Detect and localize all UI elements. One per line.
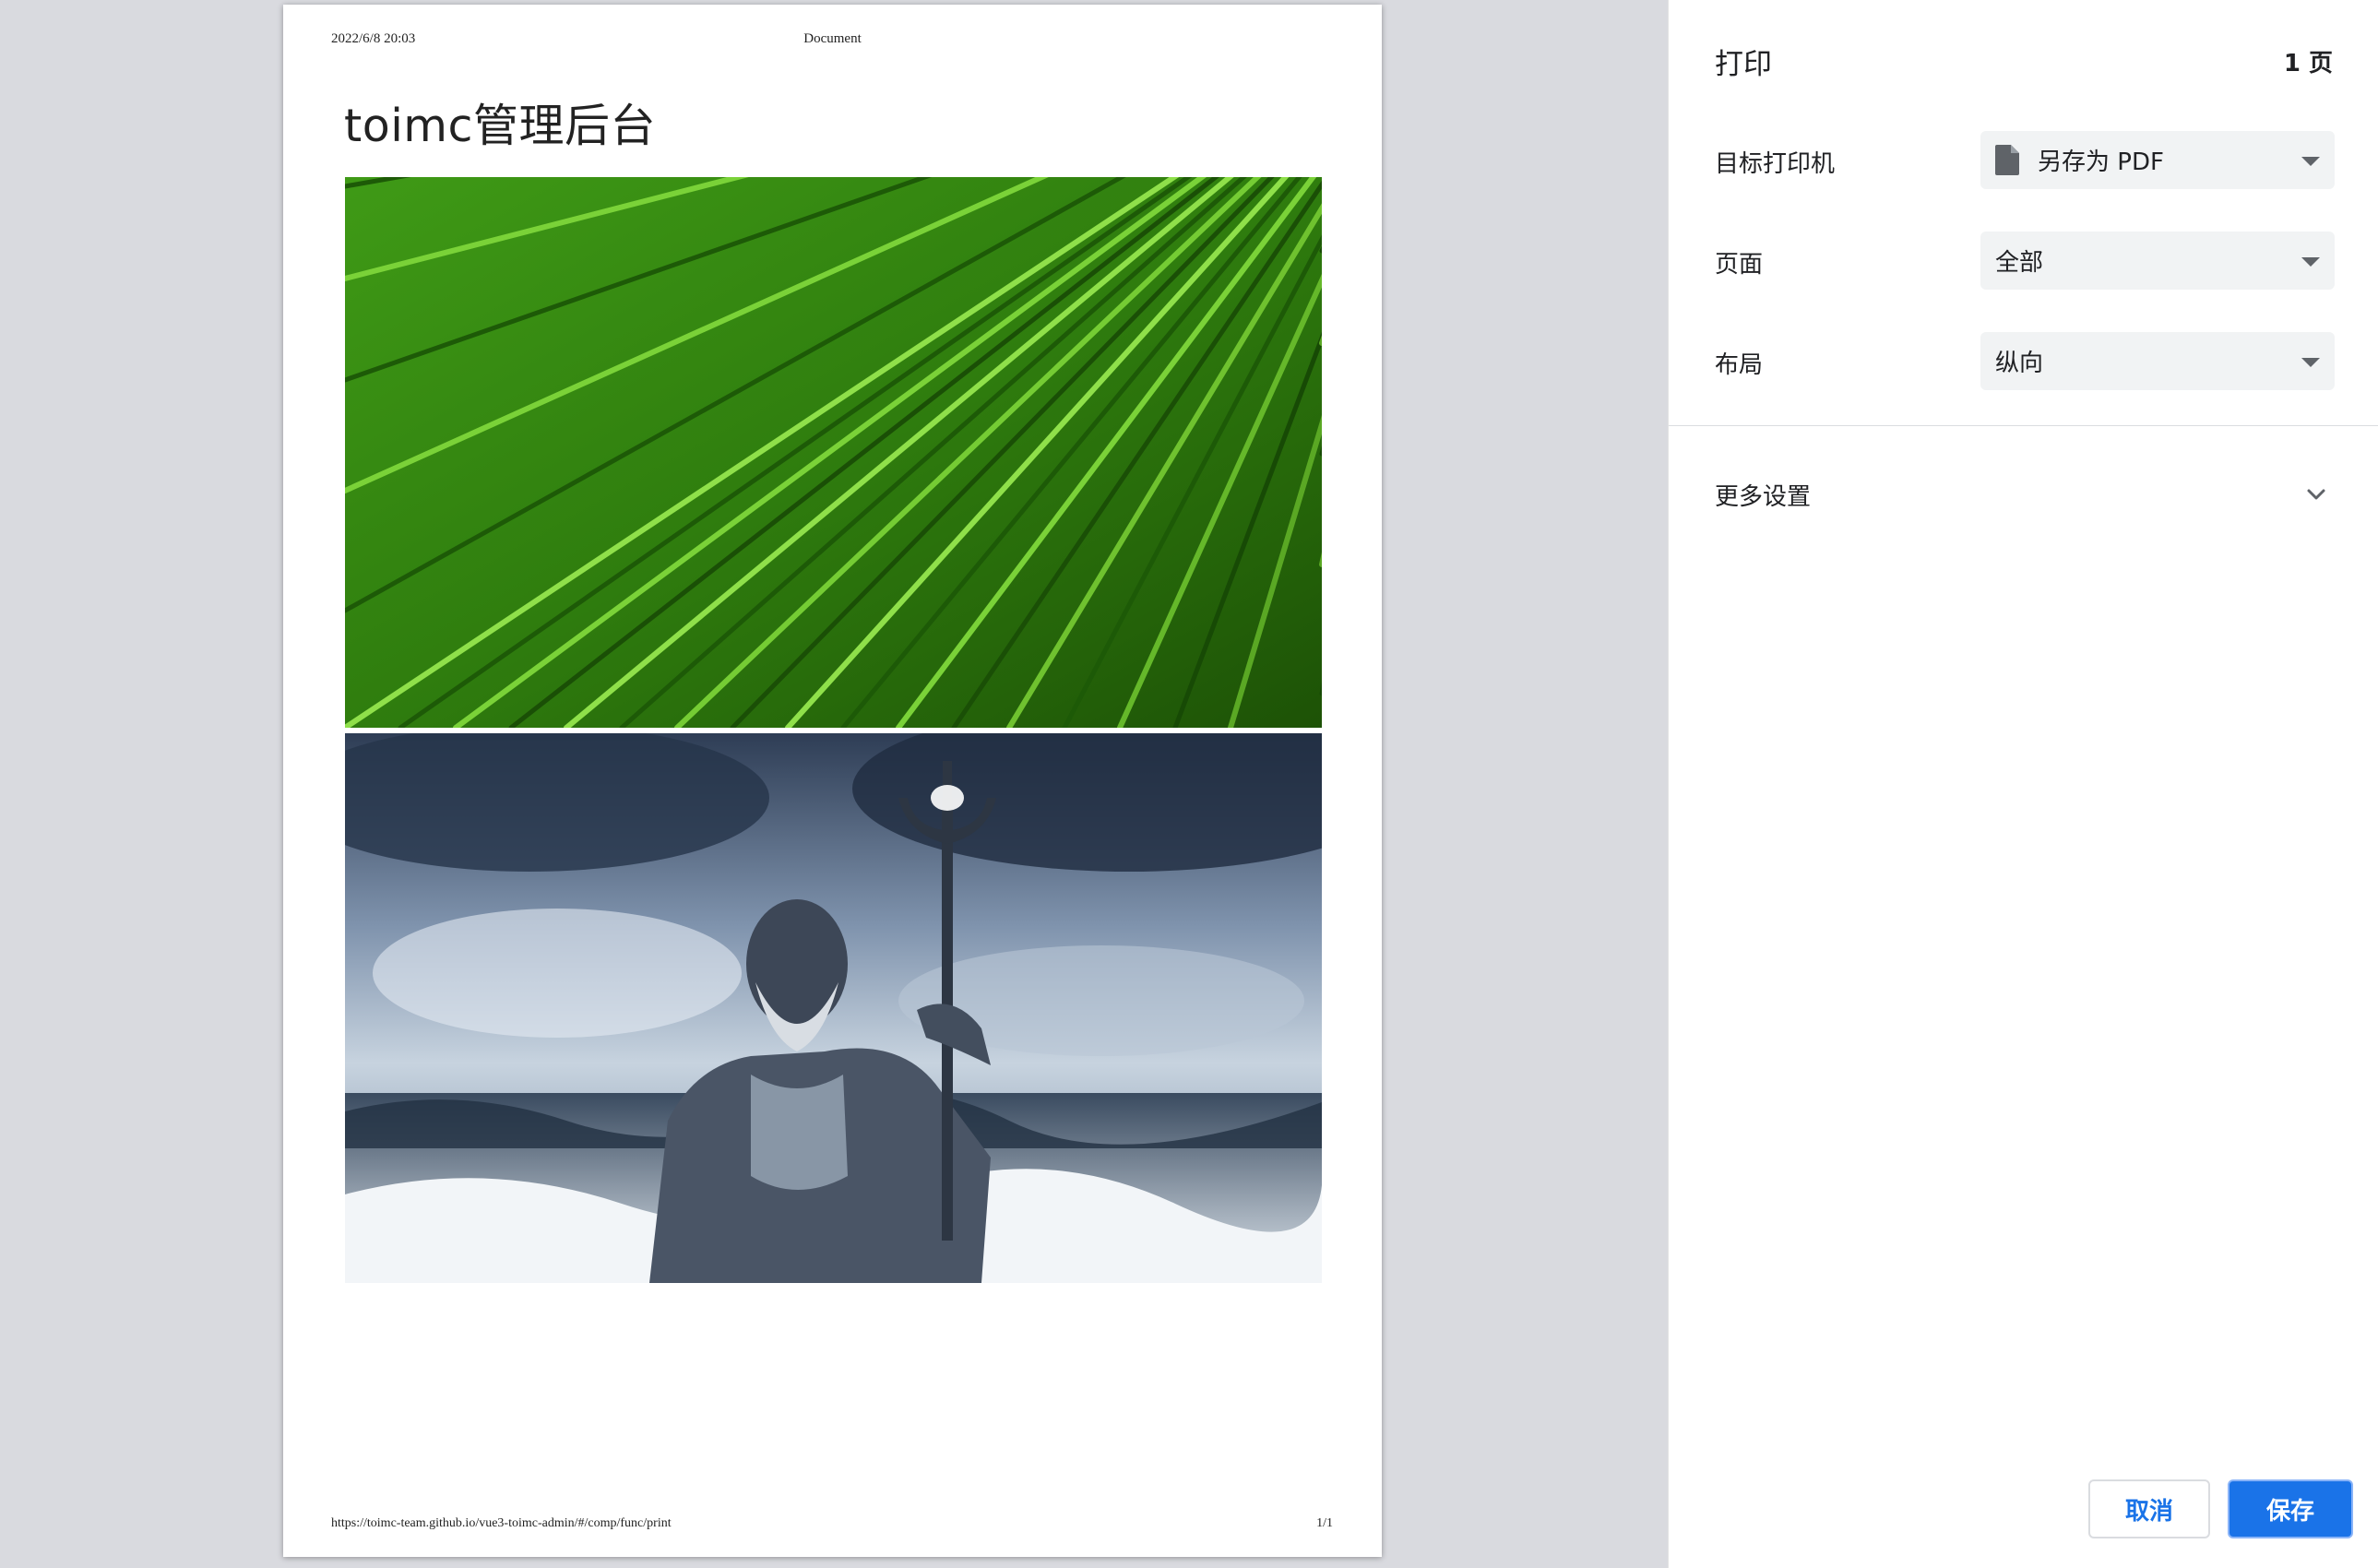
cancel-button[interactable]: 取消 — [2088, 1479, 2210, 1538]
more-settings-toggle[interactable]: 更多设置 — [1715, 478, 1811, 512]
dropdown-arrow-icon — [2301, 358, 2320, 367]
layout-value: 纵向 — [1995, 350, 2044, 377]
chevron-down-icon[interactable] — [2305, 483, 2327, 505]
dropdown-arrow-icon — [2301, 157, 2320, 166]
pages-label: 页面 — [1715, 251, 1764, 279]
print-preview-area: 2022/6/8 20:03 Document toimc管理后台 https:… — [0, 0, 1668, 1568]
print-title: 打印 — [1715, 48, 1772, 81]
pages-select[interactable]: 全部 — [1980, 232, 2335, 290]
destination-label: 目标打印机 — [1715, 150, 1836, 178]
destination-value: 另存为 PDF — [2038, 148, 2164, 176]
print-settings-panel: 打印 1 页 目标打印机 另存为 PDF 页面 全部 布局 纵向 更多设置 取消… — [1668, 0, 2378, 1568]
pages-value: 全部 — [1995, 249, 2044, 277]
save-button[interactable]: 保存 — [2228, 1479, 2353, 1538]
page-count: 1 页 — [2283, 50, 2333, 77]
dropdown-arrow-icon — [2301, 257, 2320, 267]
page-header-title: Document — [803, 31, 862, 46]
preview-page: 2022/6/8 20:03 Document toimc管理后台 https:… — [283, 5, 1382, 1557]
page-title: toimc管理后台 — [344, 100, 656, 152]
leaf-image — [345, 177, 1322, 728]
divider — [1669, 425, 2378, 426]
page-footer-number: 1/1 — [1316, 1516, 1333, 1530]
layout-select[interactable]: 纵向 — [1980, 332, 2335, 390]
file-icon — [1995, 145, 2019, 175]
destination-select[interactable]: 另存为 PDF — [1980, 131, 2335, 189]
statue-image — [345, 733, 1322, 1283]
layout-label: 布局 — [1715, 351, 1764, 379]
page-footer-url: https://toimc-team.github.io/vue3-toimc-… — [331, 1516, 672, 1530]
